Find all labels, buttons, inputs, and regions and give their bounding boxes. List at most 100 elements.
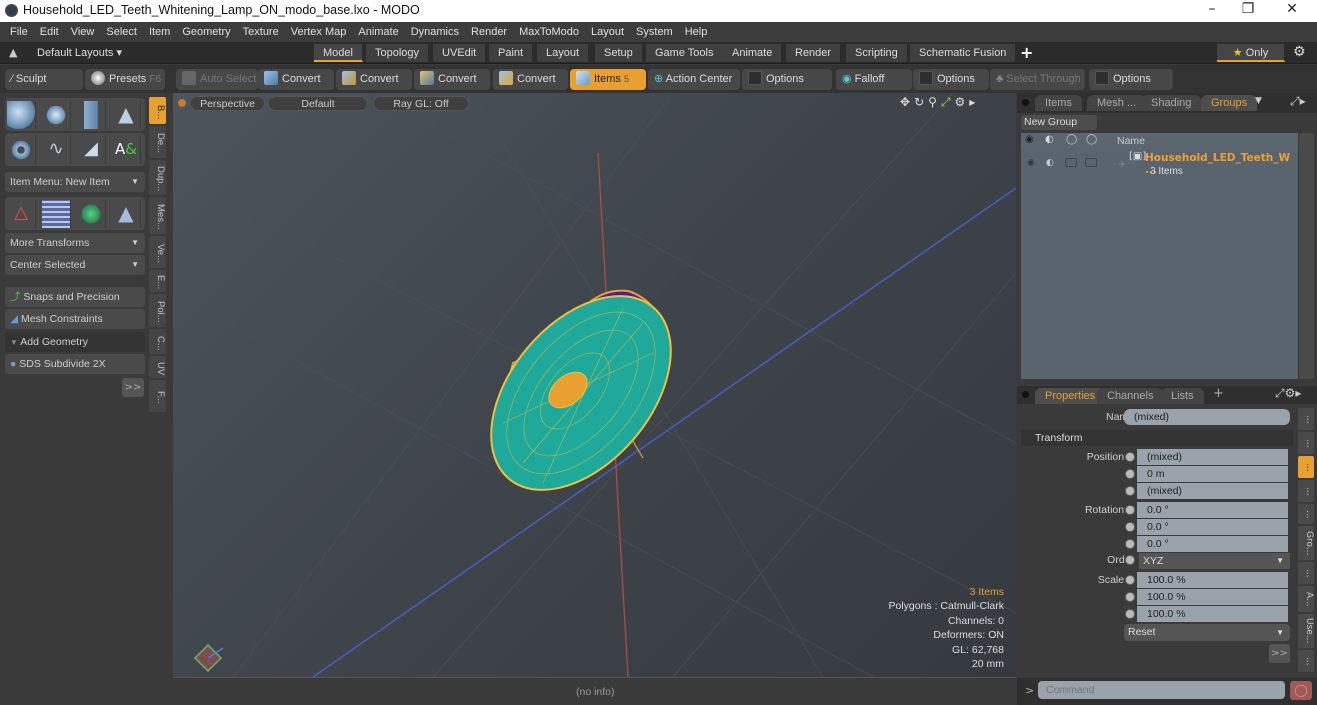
vtab-edge[interactable]: E... <box>149 270 166 292</box>
transform-section-header[interactable]: Transform <box>1021 430 1293 446</box>
tab-scripting[interactable]: Scripting <box>846 44 908 62</box>
scale-x-field[interactable]: 100.0 % <box>1137 572 1288 588</box>
torus-icon[interactable] <box>7 136 36 164</box>
tab-shading[interactable]: Shading <box>1141 95 1202 111</box>
convert-button[interactable]: Convert <box>493 69 568 90</box>
rvtab-user[interactable]: Use... <box>1298 614 1314 648</box>
tab-model[interactable]: Model <box>314 44 363 62</box>
menu-help[interactable]: Help <box>679 26 714 38</box>
tab-schematic-fusion[interactable]: Schematic Fusion <box>910 44 1017 62</box>
expand-group-icon[interactable]: + <box>1118 159 1126 170</box>
tab-groups[interactable]: Groups <box>1201 95 1258 111</box>
grid-plane-icon[interactable] <box>42 200 71 228</box>
item-menu-dropdown[interactable]: Item Menu: New Item ▼ <box>5 172 145 192</box>
vtab-curve[interactable]: C... <box>149 329 166 354</box>
auto-select-button[interactable]: Auto Select <box>176 69 258 90</box>
rvtab-3-active[interactable]: ... <box>1298 456 1314 478</box>
only-toggle[interactable]: ★ Only <box>1217 44 1285 62</box>
render-toggle-icon[interactable]: ◐ <box>1046 158 1054 168</box>
expand-more-button[interactable]: >> <box>122 378 144 397</box>
falloff-button[interactable]: ◉ Falloff <box>836 69 912 90</box>
scale-x-keyframe-icon[interactable] <box>1125 575 1135 585</box>
add-geometry-section[interactable]: ▼ Add Geometry <box>5 332 145 352</box>
order-keyframe-icon[interactable] <box>1125 555 1135 565</box>
vtab-basic[interactable]: B... <box>149 97 166 124</box>
scale-z-keyframe-icon[interactable] <box>1125 609 1135 619</box>
transform-gizmo-icon[interactable]: △ <box>7 200 36 228</box>
sphere-icon[interactable] <box>42 101 71 129</box>
move-view-icon[interactable]: ✥ <box>900 95 914 109</box>
maximize-view-icon[interactable]: ⤢ <box>941 95 955 109</box>
menu-edit[interactable]: Edit <box>34 26 65 38</box>
cube-icon[interactable] <box>7 101 36 129</box>
order-dropdown[interactable]: XYZ ▼ <box>1139 553 1290 569</box>
vtab-mesh-edit[interactable]: Mes... <box>149 197 166 234</box>
rvtab-5[interactable]: ... <box>1298 504 1314 524</box>
rotate-view-icon[interactable]: ↻ <box>914 95 928 109</box>
convert-vertices-button[interactable]: Convert <box>258 69 334 90</box>
minimize-button[interactable]: – <box>1197 1 1227 21</box>
select-through-options-button[interactable]: Options <box>1089 69 1173 90</box>
position-y-keyframe-icon[interactable] <box>1125 469 1135 479</box>
tab-uvedit[interactable]: UVEdit <box>433 44 487 62</box>
menu-select[interactable]: Select <box>100 26 143 38</box>
rvtab-4[interactable]: ... <box>1298 480 1314 502</box>
tab-channels[interactable]: Channels <box>1097 388 1164 404</box>
sds-subdivide-button[interactable]: ● SDS Subdivide 2X <box>5 354 145 374</box>
falloff-options-button[interactable]: Options <box>913 69 989 90</box>
lock-toggle-icon[interactable] <box>1065 158 1077 167</box>
menu-maxtomodo[interactable]: MaxToModo <box>513 26 585 38</box>
menu-view[interactable]: View <box>65 26 101 38</box>
tab-setup[interactable]: Setup <box>595 44 643 62</box>
record-macro-icon[interactable]: ◯ <box>1290 681 1312 700</box>
panel-menu-icon[interactable] <box>1022 99 1029 106</box>
properties-options-icons[interactable]: ⤢⚙▸ <box>1275 386 1301 401</box>
viewport-gear-icon[interactable]: ⚙ <box>955 95 970 109</box>
layout-arrow-icon[interactable]: ▲ <box>9 46 17 59</box>
gear-icon[interactable]: ⚙ <box>1293 44 1306 60</box>
rotation-x-field[interactable]: 0.0 ° <box>1137 502 1288 518</box>
rotation-y-field[interactable]: 0.0 ° <box>1137 519 1288 535</box>
rotation-z-field[interactable]: 0.0 ° <box>1137 536 1288 552</box>
close-button[interactable]: ✕ <box>1277 1 1307 21</box>
presets-button[interactable]: Presets F6 <box>85 69 165 90</box>
tab-items[interactable]: Items <box>1035 95 1082 111</box>
scale-y-keyframe-icon[interactable] <box>1125 592 1135 602</box>
rvtab-1[interactable]: ... <box>1298 408 1314 430</box>
tab-game-tools[interactable]: Game Tools <box>646 44 724 62</box>
visibility-toggle-icon[interactable]: ◉ <box>1027 158 1035 168</box>
add-tab-button[interactable]: + <box>1020 43 1033 62</box>
position-x-keyframe-icon[interactable] <box>1125 452 1135 462</box>
menu-animate[interactable]: Animate <box>352 26 404 38</box>
menu-dynamics[interactable]: Dynamics <box>405 26 465 38</box>
rotation-x-keyframe-icon[interactable] <box>1125 505 1135 515</box>
grid-pyramid-icon[interactable]: ▲ <box>112 200 141 228</box>
action-center-button[interactable]: ⊕ Action Center <box>648 69 740 90</box>
select-through-button[interactable]: ♣ Select Through <box>990 69 1085 90</box>
sculpt-button[interactable]: ∕ Sculpt <box>5 69 83 90</box>
command-input[interactable] <box>1038 681 1285 699</box>
restore-button[interactable]: ❐ <box>1233 1 1263 21</box>
position-z-field[interactable]: (mixed) <box>1137 483 1288 499</box>
default-layouts-dropdown[interactable]: Default Layouts ▾ <box>37 46 122 59</box>
vtab-polygon[interactable]: Pol... <box>149 294 166 327</box>
menu-item[interactable]: Item <box>143 26 176 38</box>
rvtab-assembly[interactable]: A... <box>1298 586 1314 612</box>
vtab-deform[interactable]: De... <box>149 126 166 158</box>
action-center-options-button[interactable]: Options <box>742 69 832 90</box>
tab-render[interactable]: Render <box>786 44 842 62</box>
items-mode-button[interactable]: Items 5 <box>570 69 646 90</box>
menu-texture[interactable]: Texture <box>237 26 285 38</box>
groups-scrollbar[interactable] <box>1299 133 1314 379</box>
name-field[interactable]: (mixed) <box>1124 409 1290 425</box>
ray-gl-button[interactable]: Ray GL: Off <box>373 96 469 111</box>
properties-more-button[interactable]: >> <box>1269 644 1290 663</box>
tab-lists[interactable]: Lists <box>1161 388 1204 404</box>
viewport-more-icon[interactable]: ▸ <box>969 95 979 109</box>
reset-dropdown[interactable]: Reset ▼ <box>1124 624 1290 641</box>
tab-topology[interactable]: Topology <box>366 44 430 62</box>
rvtab-2[interactable]: ... <box>1298 432 1314 454</box>
add-tab-icon[interactable]: + <box>1213 386 1224 401</box>
tab-mesh[interactable]: Mesh ... <box>1087 95 1147 111</box>
zoom-view-icon[interactable]: ⚲ <box>928 95 941 109</box>
